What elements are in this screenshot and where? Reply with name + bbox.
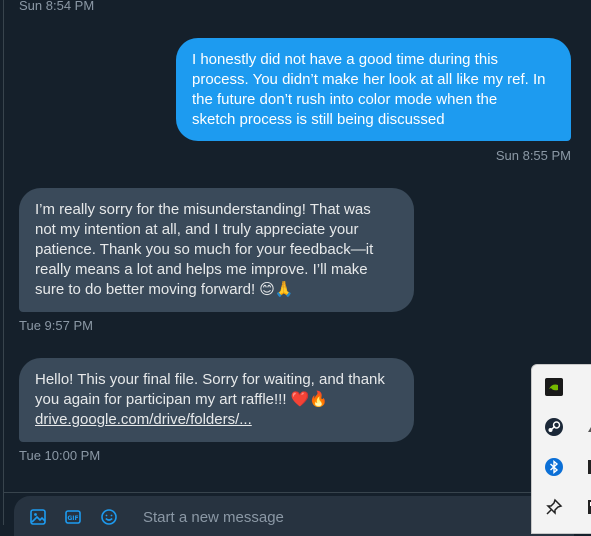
emoji-icon[interactable] xyxy=(100,508,118,526)
message-text-line: process. You didn’t make her look at all… xyxy=(192,71,546,88)
message-text-line: I honestly did not have a good time duri… xyxy=(192,51,499,68)
message-timestamp: Sun 8:54 PM xyxy=(19,0,95,13)
incoming-message-bubble[interactable]: Hello! This your final file. Sorry for w… xyxy=(19,358,414,442)
drive-link[interactable]: drive.google.com/drive/folders/... xyxy=(35,411,252,428)
message-text-line: I’m really sorry for the misunderstandin… xyxy=(35,201,371,218)
message-timestamp: Sun 8:55 PM xyxy=(495,148,571,163)
tray-icon[interactable] xyxy=(584,377,591,397)
message-text-line: Hello! This your final file. Sorry for w… xyxy=(35,371,385,388)
message-input[interactable]: Start a new message xyxy=(143,509,284,526)
message-text-line: patience. Thank you so much for your fee… xyxy=(35,241,374,258)
incoming-message-bubble[interactable]: I’m really sorry for the misunderstandin… xyxy=(19,188,414,312)
steam-icon[interactable] xyxy=(544,417,564,437)
message-timestamp: Tue 10:00 PM xyxy=(19,448,101,463)
system-tray-overflow xyxy=(531,364,591,534)
svg-text:GIF: GIF xyxy=(67,515,78,522)
message-text-line: the future don’t rush into color mode wh… xyxy=(192,91,498,108)
pin-icon[interactable] xyxy=(544,497,564,517)
message-text-line: really means a lot and helps me improve.… xyxy=(35,261,368,278)
bluetooth-icon[interactable] xyxy=(544,457,564,477)
message-text-line: sketch process is still being discussed xyxy=(192,111,445,128)
message-text-line: sure to do better moving forward! 😊🙏 xyxy=(35,281,294,298)
panel-divider xyxy=(3,0,4,525)
message-text-line: not my intention at all, and I truly app… xyxy=(35,221,359,238)
tray-icon[interactable] xyxy=(584,457,591,477)
conversation-view: Sun 8:54 PM I honestly did not have a go… xyxy=(0,0,591,536)
tray-icon[interactable] xyxy=(584,497,591,517)
tray-icon[interactable] xyxy=(584,417,591,437)
nvidia-icon[interactable] xyxy=(544,377,564,397)
message-text-line: you again for participan my art raffle!!… xyxy=(35,391,329,408)
gif-icon[interactable]: GIF xyxy=(64,508,82,526)
message-composer: GIF Start a new message xyxy=(14,496,574,536)
outgoing-message-bubble[interactable]: I honestly did not have a good time duri… xyxy=(176,38,571,141)
composer-divider xyxy=(4,492,591,493)
message-timestamp: Tue 9:57 PM xyxy=(19,318,93,333)
image-icon[interactable] xyxy=(29,508,47,526)
